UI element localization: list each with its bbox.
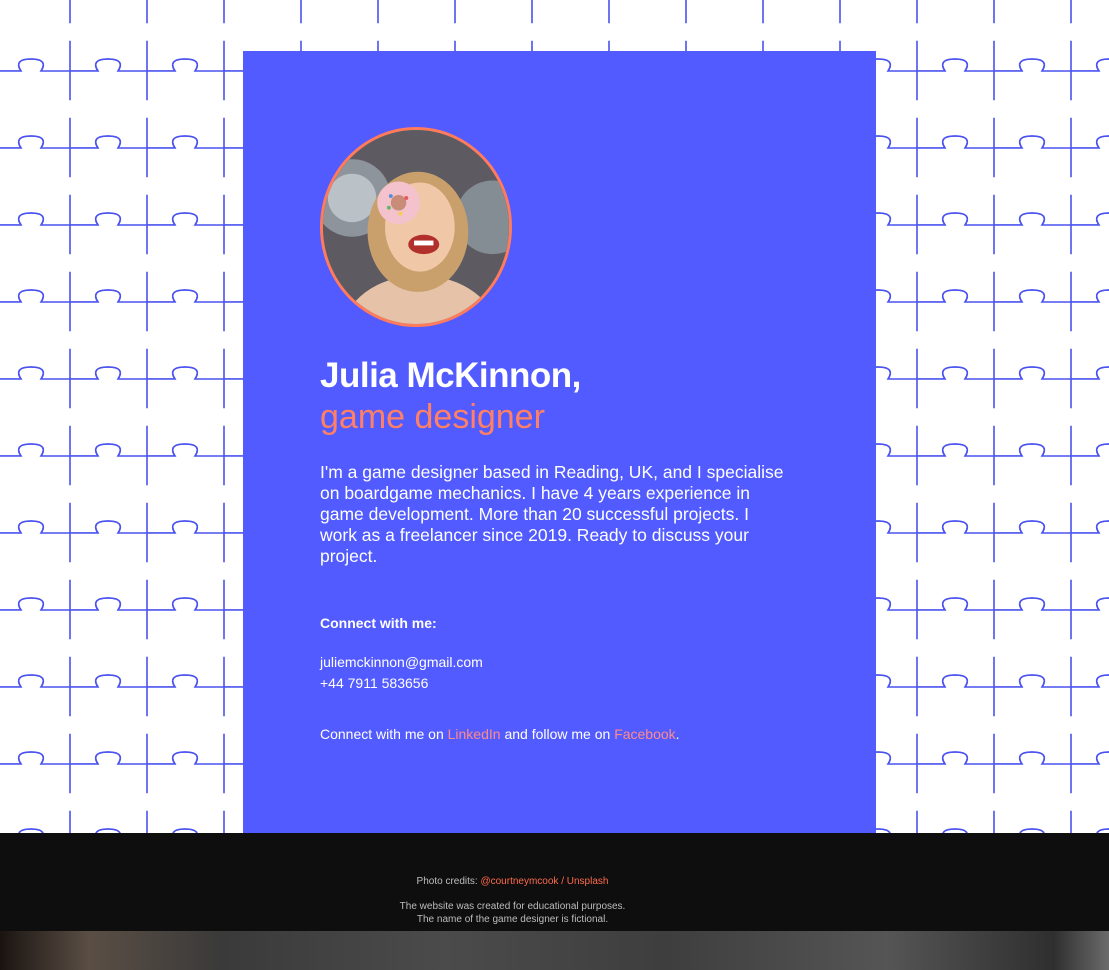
edu-line-1: The website was created for educational … <box>399 901 626 912</box>
footer: Photo credits: @courtneymcook / Unsplash… <box>0 833 1109 970</box>
connect-heading: Connect with me: <box>320 615 437 631</box>
profile-card: Julia McKinnon, game designer I'm a game… <box>243 51 876 833</box>
footer-bottom-strip <box>0 931 1109 970</box>
educational-note: The website was created for educational … <box>0 900 1025 926</box>
profile-bio: I'm a game designer based in Reading, UK… <box>320 462 784 566</box>
phone-text[interactable]: +44 7911 583656 <box>320 675 428 691</box>
profile-name: Julia McKinnon, <box>320 356 581 395</box>
credits-label: Photo credits: <box>416 876 481 887</box>
avatar <box>320 127 512 327</box>
email-text[interactable]: juliemckinnon@gmail.com <box>320 654 483 670</box>
edu-line-2: The name of the game designer is fiction… <box>416 914 609 925</box>
linkedin-link[interactable]: LinkedIn <box>448 726 501 742</box>
photo-credits-link[interactable]: @courtneymcook / Unsplash <box>480 876 608 887</box>
social-prefix: Connect with me on <box>320 726 448 742</box>
social-middle: and follow me on <box>500 726 615 742</box>
social-suffix: . <box>675 726 680 742</box>
photo-credits: Photo credits: @courtneymcook / Unsplash <box>0 876 1025 887</box>
facebook-link[interactable]: Facebook <box>614 726 675 742</box>
profile-role: game designer <box>320 398 545 436</box>
social-links: Connect with me on LinkedIn and follow m… <box>320 726 680 742</box>
